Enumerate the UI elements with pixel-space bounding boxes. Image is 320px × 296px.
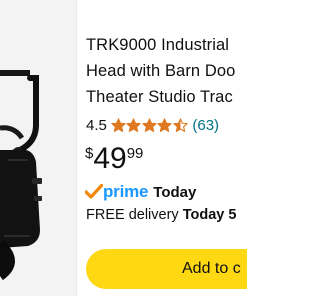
star-full-icon bbox=[157, 117, 172, 132]
rating-value: 4.5 bbox=[86, 116, 107, 134]
product-title-line: Head with Barn Doo bbox=[86, 62, 236, 80]
prime-word: prime bbox=[103, 182, 149, 201]
star-rating bbox=[111, 117, 189, 133]
star-full-icon bbox=[126, 117, 141, 132]
product-title-line: Theater Studio Trac bbox=[86, 88, 233, 106]
review-count-link[interactable]: (63) bbox=[192, 117, 219, 134]
product-title-line: TRK9000 Industrial bbox=[86, 36, 230, 54]
star-full-icon bbox=[142, 117, 157, 132]
add-to-cart-button[interactable]: Add to c bbox=[86, 249, 247, 289]
delivery-info: FREE delivery Today 5 bbox=[86, 207, 236, 223]
star-full-icon bbox=[111, 117, 126, 132]
product-card[interactable]: TRK9000 Industrial Head with Barn Doo Th… bbox=[0, 0, 247, 296]
rating-row[interactable]: 4.5 (63) bbox=[86, 114, 219, 136]
star-half-icon bbox=[173, 117, 188, 132]
price-fraction: 99 bbox=[126, 145, 144, 162]
product-image[interactable] bbox=[0, 0, 77, 296]
price-whole: 49 bbox=[93, 142, 127, 175]
price-symbol: $ bbox=[85, 145, 94, 162]
track-light-fixture-icon bbox=[0, 70, 42, 281]
prime-badge-row: prime Today bbox=[85, 181, 196, 203]
delivery-date: Today 5 bbox=[182, 207, 237, 223]
prime-delivery-label: Today bbox=[153, 183, 197, 201]
delivery-prefix: FREE delivery bbox=[86, 207, 179, 223]
product-title[interactable]: TRK9000 Industrial Head with Barn Doo Th… bbox=[86, 32, 247, 110]
price: $4999 bbox=[85, 142, 143, 176]
prime-check-icon bbox=[85, 184, 103, 199]
prime-logo: prime bbox=[85, 182, 148, 202]
